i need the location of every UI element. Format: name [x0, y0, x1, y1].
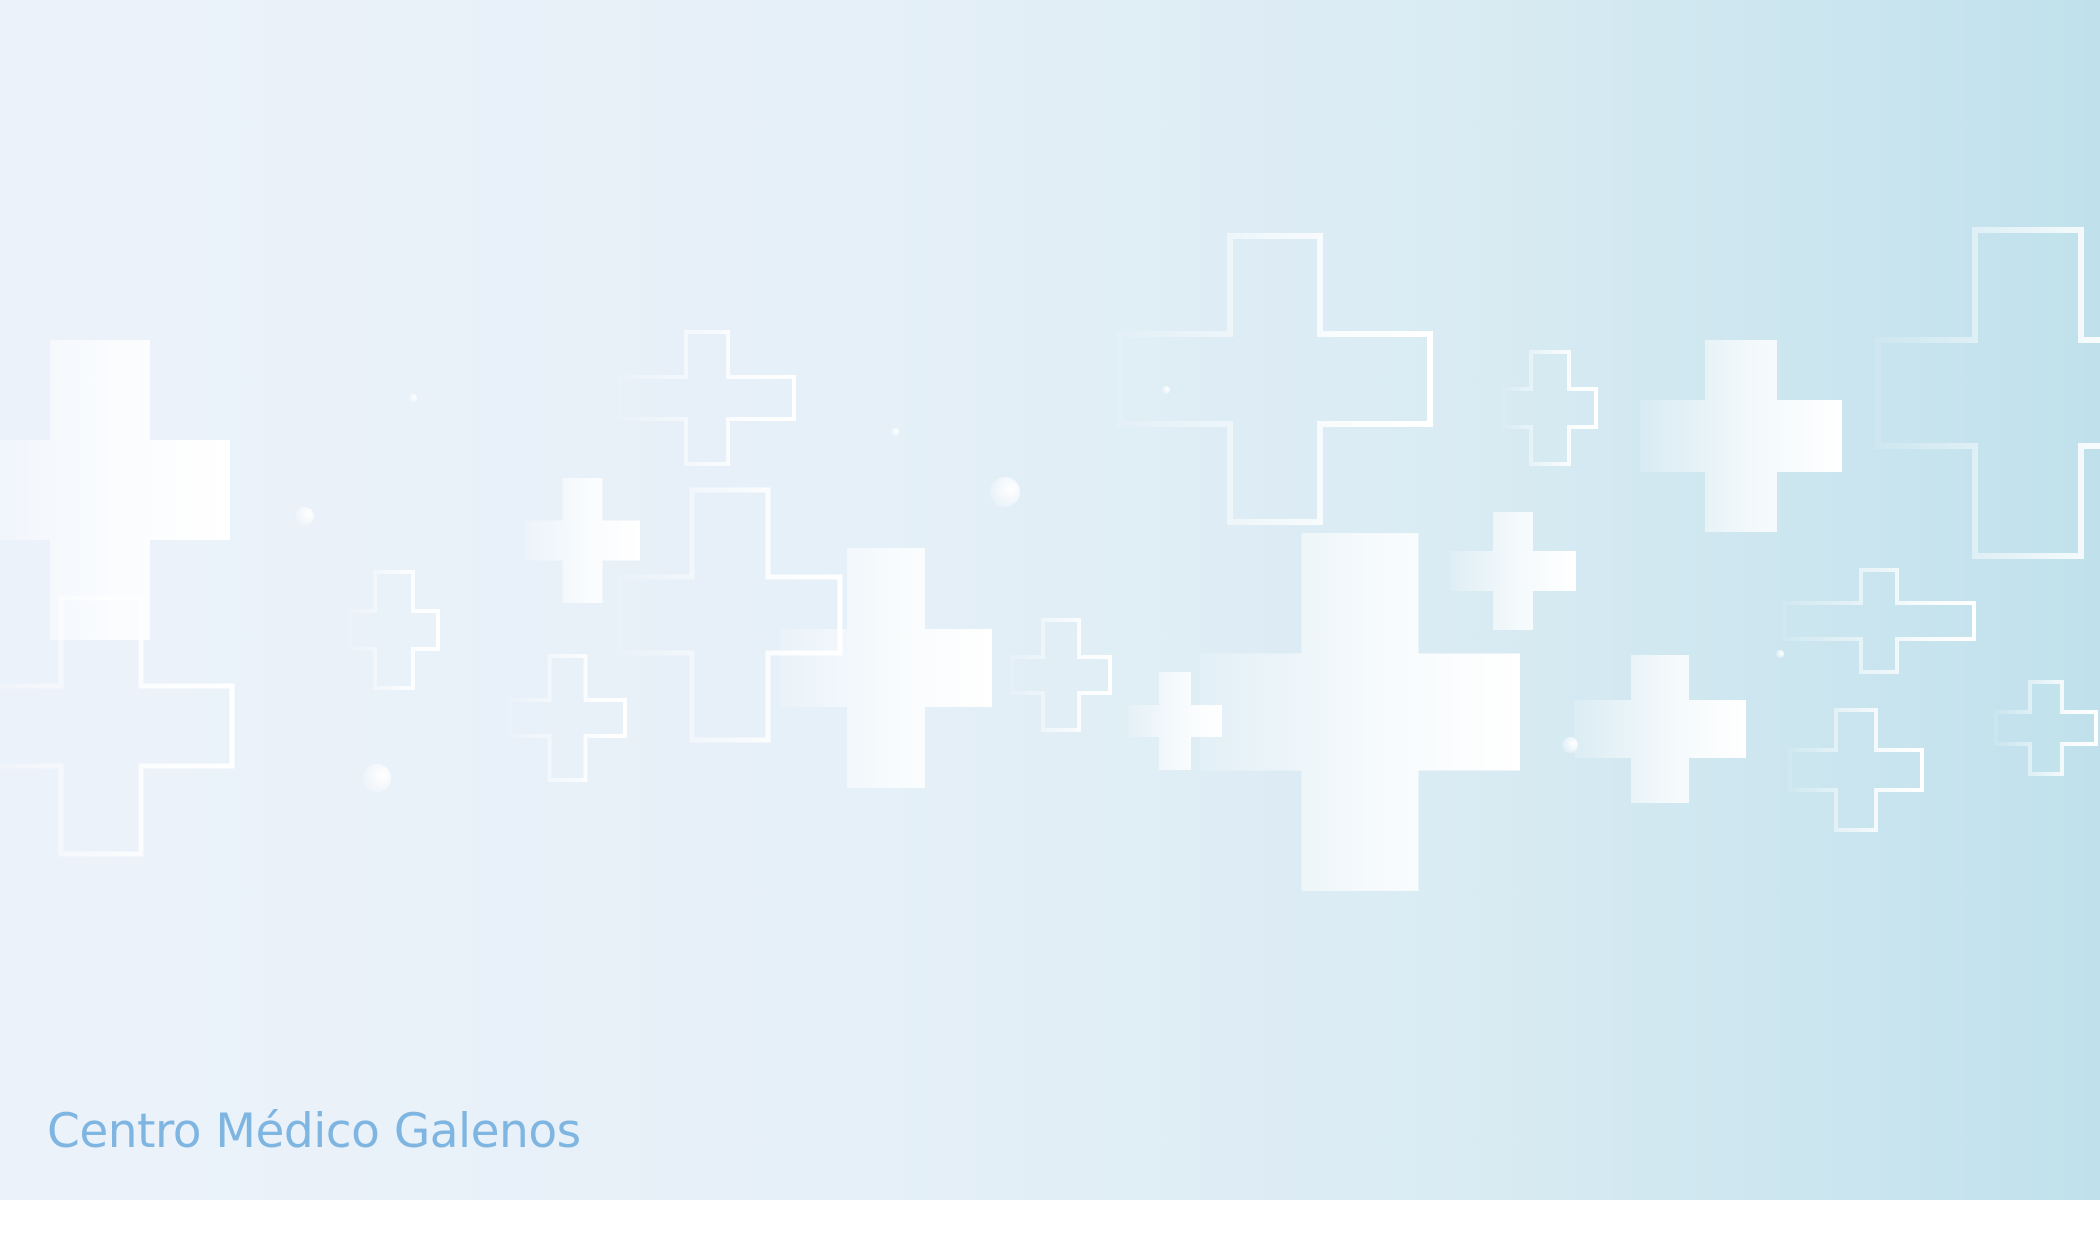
medical-cross-icon	[525, 478, 640, 603]
medical-cross-icon	[780, 548, 992, 788]
banner-page: Centro Médico Galenos	[0, 0, 2100, 1255]
decorative-dot	[1562, 737, 1578, 753]
medical-cross-icon	[1640, 340, 1842, 532]
decorative-dot	[1776, 650, 1784, 658]
medical-banner: Centro Médico Galenos	[0, 0, 2100, 1200]
medical-cross-icon	[1574, 655, 1746, 803]
medical-cross-icon	[1450, 512, 1576, 630]
decorative-dot	[296, 507, 314, 525]
decorative-dot	[891, 428, 899, 436]
medical-cross-outline-icon	[1782, 568, 1976, 674]
decorative-dot	[363, 764, 391, 792]
medical-cross-icon	[0, 340, 230, 640]
footer-strip	[0, 1200, 2100, 1255]
medical-cross-outline-icon	[1788, 708, 1924, 832]
medical-cross-outline-icon	[508, 654, 627, 782]
decorative-dot	[990, 477, 1020, 507]
decorative-dot	[1162, 386, 1170, 394]
medical-cross-outline-icon	[1875, 227, 2100, 559]
medical-cross-outline-icon	[1010, 618, 1112, 732]
medical-cross-outline-icon	[1117, 233, 1433, 525]
medical-cross-outline-icon	[348, 570, 440, 690]
decorative-dot	[409, 394, 417, 402]
medical-cross-outline-icon	[618, 330, 796, 466]
medical-crosses	[0, 227, 2100, 891]
medical-cross-outline-icon	[1994, 680, 2098, 776]
clinic-name: Centro Médico Galenos	[47, 1104, 581, 1159]
medical-cross-outline-icon	[1502, 350, 1598, 466]
